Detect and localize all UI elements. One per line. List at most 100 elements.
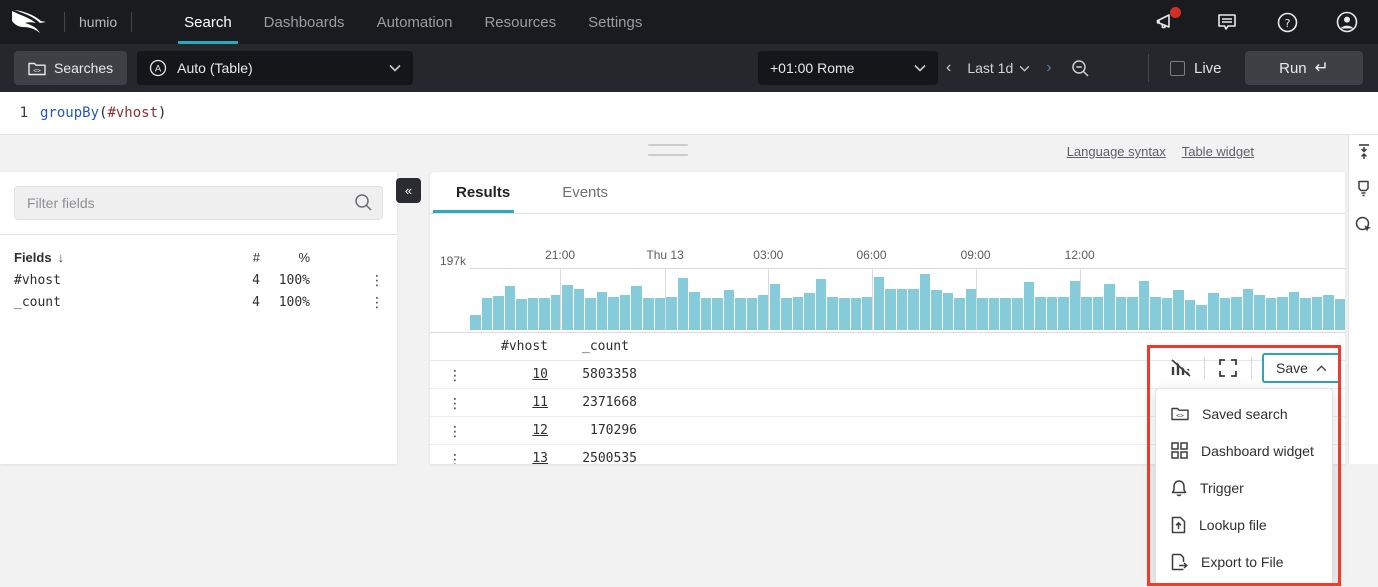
field-row-count[interactable]: _count 4 100% ⋮ (0, 291, 397, 313)
histogram-bar[interactable] (954, 298, 965, 330)
hide-histogram-icon[interactable] (1168, 355, 1194, 381)
histogram-bar[interactable] (1116, 297, 1127, 330)
field-row-vhost[interactable]: #vhost 4 100% ⋮ (0, 269, 397, 291)
histogram-bar[interactable] (528, 298, 539, 330)
histogram-bar[interactable] (470, 315, 481, 330)
histogram-bar[interactable] (827, 297, 838, 330)
histogram-bar[interactable] (977, 298, 988, 330)
histogram-bar[interactable] (666, 297, 677, 330)
histogram-bar[interactable] (493, 296, 504, 330)
tab-events[interactable]: Events (536, 172, 634, 214)
menu-item-saved-search[interactable]: <> Saved search (1156, 395, 1332, 432)
histogram-bar[interactable] (931, 290, 942, 330)
histogram-bar[interactable] (943, 293, 954, 330)
histogram-bar[interactable] (1058, 297, 1069, 330)
histogram-bar[interactable] (1035, 297, 1046, 330)
histogram-bar[interactable] (608, 297, 619, 330)
histogram-bar[interactable] (1024, 282, 1035, 330)
menu-item-lookup-file[interactable]: Lookup file (1156, 506, 1332, 543)
fullscreen-icon[interactable] (1215, 355, 1241, 381)
time-forward-button[interactable]: › (1046, 59, 1051, 77)
histogram-bar[interactable] (908, 289, 919, 330)
histogram-bar[interactable] (747, 298, 758, 330)
histogram-bar[interactable] (585, 298, 596, 330)
nav-item-resources[interactable]: Resources (468, 0, 572, 44)
live-checkbox[interactable] (1170, 61, 1185, 76)
time-back-button[interactable]: ‹ (946, 59, 951, 77)
timezone-dropdown[interactable]: +01:00 Rome (758, 51, 938, 85)
histogram-bar[interactable] (712, 298, 723, 330)
histogram-bar[interactable] (920, 274, 931, 330)
histogram-bar[interactable] (1012, 298, 1023, 330)
histogram-bar[interactable] (1231, 297, 1242, 330)
language-syntax-link[interactable]: Language syntax (1067, 144, 1166, 159)
vhost-value-link[interactable]: 10 (430, 367, 548, 382)
collapse-fields-panel-button[interactable]: « (396, 178, 421, 203)
collapse-vertical-icon[interactable] (1355, 143, 1373, 161)
histogram-bar[interactable] (1000, 298, 1011, 330)
menu-item-dashboard-widget[interactable]: Dashboard widget (1156, 432, 1332, 469)
histogram-bar[interactable] (1047, 297, 1058, 330)
histogram-bar[interactable] (989, 298, 1000, 330)
histogram-bar[interactable] (1139, 281, 1150, 330)
view-mode-dropdown[interactable]: A Auto (Table) (137, 51, 413, 85)
filter-fields-input[interactable] (14, 186, 383, 220)
histogram-bar[interactable] (1220, 298, 1231, 330)
histogram-bar[interactable] (1196, 305, 1207, 330)
histogram-bar[interactable] (505, 286, 516, 330)
menu-item-export-to-file[interactable]: Export to File (1156, 543, 1332, 580)
histogram-bar[interactable] (1300, 298, 1311, 330)
histogram-bar[interactable] (482, 298, 493, 331)
histogram-bar[interactable] (643, 298, 654, 330)
histogram-bar[interactable] (758, 295, 769, 330)
feedback-chat-icon[interactable] (1216, 11, 1238, 33)
time-range-dropdown[interactable]: Last 1d (967, 60, 1030, 76)
nav-item-dashboards[interactable]: Dashboards (248, 0, 361, 44)
account-avatar-icon[interactable] (1336, 11, 1358, 33)
histogram-bar[interactable] (885, 289, 896, 330)
field-menu-kebab-icon[interactable]: ⋮ (370, 294, 384, 311)
save-button[interactable]: Save (1262, 353, 1341, 383)
histogram-bar[interactable] (1323, 295, 1334, 330)
histogram-bar[interactable] (1093, 297, 1104, 330)
histogram-bar[interactable] (770, 284, 781, 330)
field-menu-kebab-icon[interactable]: ⋮ (370, 272, 384, 289)
histogram-bar[interactable] (897, 289, 908, 330)
histogram-bar[interactable] (1254, 295, 1265, 330)
histogram-bar[interactable] (539, 298, 550, 330)
searches-button[interactable]: <> Searches (14, 51, 127, 85)
event-histogram[interactable]: 197k 21:00Thu 1303:0006:0009:0012:00 (430, 214, 1345, 333)
announcements-icon[interactable] (1156, 11, 1178, 33)
histogram-bar[interactable] (678, 278, 689, 330)
histogram-bar[interactable] (839, 298, 850, 330)
histogram-bar[interactable] (804, 293, 815, 330)
histogram-bar[interactable] (1081, 297, 1092, 330)
zoom-out-icon[interactable] (1068, 55, 1094, 81)
histogram-bar[interactable] (874, 277, 885, 330)
editor-resize-handle[interactable] (648, 144, 688, 156)
histogram-bar[interactable] (1127, 297, 1138, 330)
histogram-bar[interactable] (562, 285, 573, 330)
histogram-bar[interactable] (793, 297, 804, 330)
vhost-value-link[interactable]: 11 (430, 395, 548, 410)
histogram-bar[interactable] (816, 279, 827, 330)
histogram-bar[interactable] (1185, 300, 1196, 330)
histogram-bar[interactable] (1266, 298, 1277, 330)
histogram-bar[interactable] (1162, 298, 1173, 330)
histogram-bar[interactable] (631, 286, 642, 330)
pin-query-icon[interactable] (1355, 179, 1373, 197)
histogram-bar[interactable] (1173, 290, 1184, 330)
nav-item-settings[interactable]: Settings (572, 0, 658, 44)
histogram-bar[interactable] (655, 298, 666, 330)
table-widget-link[interactable]: Table widget (1182, 144, 1254, 159)
histogram-bar[interactable] (1104, 284, 1115, 330)
histogram-bar[interactable] (574, 289, 585, 330)
histogram-bar[interactable] (1289, 292, 1300, 330)
histogram-bar[interactable] (620, 295, 631, 330)
nav-item-search[interactable]: Search (168, 0, 248, 44)
menu-item-trigger[interactable]: Trigger (1156, 469, 1332, 506)
histogram-bar[interactable] (516, 299, 527, 330)
query-editor[interactable]: 1 groupBy(#vhost) (0, 92, 1378, 135)
histogram-bar[interactable] (597, 292, 608, 330)
run-button[interactable]: Run ↵ (1245, 51, 1363, 85)
